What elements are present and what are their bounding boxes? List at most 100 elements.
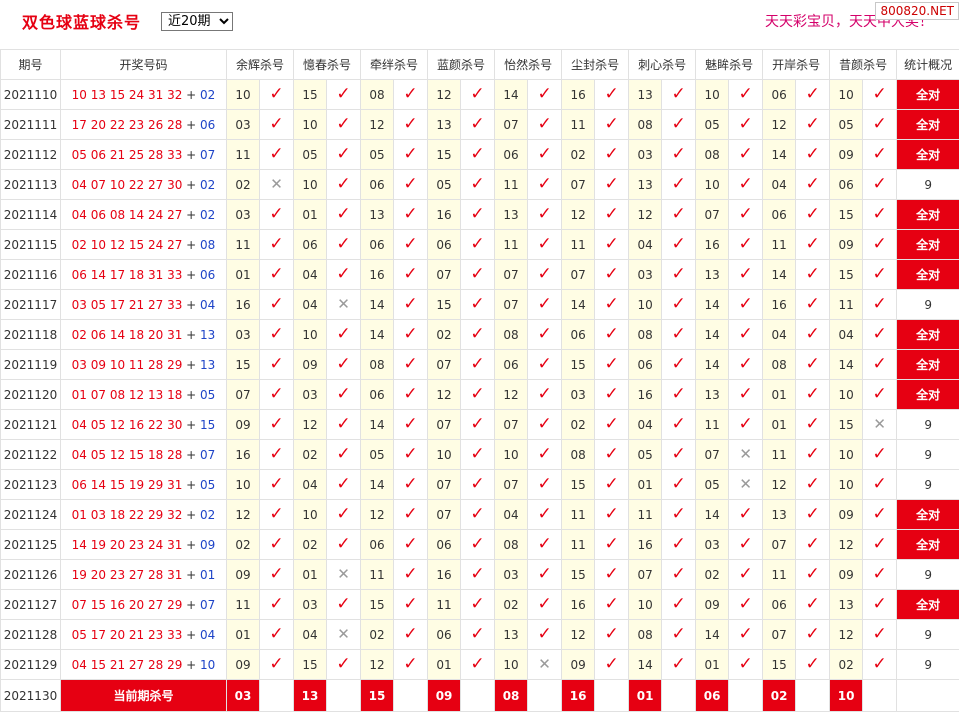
kill-number-cell: 15	[428, 140, 461, 170]
result-mark-cell: ✓	[528, 560, 562, 590]
kill-number-cell: 12	[428, 380, 461, 410]
result-mark-cell: ✓	[327, 110, 361, 140]
cross-icon: ✕	[337, 565, 350, 583]
check-icon: ✓	[470, 414, 484, 434]
kill-number-cell: 01	[227, 620, 260, 650]
check-icon: ✓	[336, 474, 350, 494]
kill-number-cell: 14	[696, 500, 729, 530]
result-mark-cell: ✓	[394, 530, 428, 560]
kill-number-cell: 15	[830, 410, 863, 440]
check-icon: ✓	[671, 474, 685, 494]
kill-number-cell: 07	[763, 620, 796, 650]
period-range-select[interactable]: 近20期	[161, 12, 233, 31]
result-mark-cell: ✓	[461, 350, 495, 380]
result-mark-cell: ✓	[394, 260, 428, 290]
check-icon: ✓	[537, 474, 551, 494]
kill-number-cell: 15	[428, 290, 461, 320]
check-icon: ✓	[604, 84, 618, 104]
result-mark-cell: ✓	[863, 200, 897, 230]
result-mark-cell: ✓	[729, 500, 763, 530]
check-icon: ✓	[873, 624, 887, 644]
kill-number-cell: 06	[294, 230, 327, 260]
period-cell: 2021112	[1, 140, 61, 170]
result-mark-cell: ✓	[327, 80, 361, 110]
table-row: 202111703 05 17 21 27 33 + 0416✓04✕14✓15…	[1, 290, 959, 320]
draw-numbers-cell: 06 14 15 19 29 31 + 05	[61, 470, 227, 500]
column-header-expert: 牵绊杀号	[361, 50, 428, 80]
blue-ball: 06	[200, 268, 215, 282]
kill-number-cell: 10	[428, 440, 461, 470]
blue-ball: 07	[200, 148, 215, 162]
check-icon: ✓	[806, 384, 820, 404]
check-icon: ✓	[806, 174, 820, 194]
result-mark-cell: ✓	[327, 500, 361, 530]
plus-sign: +	[182, 388, 200, 402]
check-icon: ✓	[403, 294, 417, 314]
check-icon: ✓	[470, 654, 484, 674]
check-icon: ✓	[537, 264, 551, 284]
red-balls: 14 19 20 23 24 31	[72, 538, 183, 552]
kill-number-cell: 04	[629, 410, 662, 440]
red-balls: 01 07 08 12 13 18	[72, 388, 183, 402]
red-balls: 06 14 17 18 31 33	[72, 268, 183, 282]
kill-number-cell: 08	[763, 350, 796, 380]
stat-count-cell: 9	[897, 410, 959, 440]
red-balls: 17 20 22 23 26 28	[72, 118, 183, 132]
result-mark-cell: ✓	[461, 590, 495, 620]
result-mark-cell: ✓	[863, 620, 897, 650]
result-mark-cell: ✓	[394, 230, 428, 260]
check-icon: ✓	[806, 144, 820, 164]
check-icon: ✓	[738, 324, 752, 344]
column-header-expert: 蓝颜杀号	[428, 50, 495, 80]
check-icon: ✓	[336, 654, 350, 674]
check-icon: ✓	[873, 114, 887, 134]
kill-number-cell: 02	[830, 650, 863, 680]
check-icon: ✓	[470, 534, 484, 554]
result-mark-cell: ✓	[394, 560, 428, 590]
result-mark-cell: ✓	[394, 320, 428, 350]
current-period-row: 2021130当前期杀号03131509081601060210	[1, 680, 959, 712]
result-mark-cell: ✓	[394, 500, 428, 530]
result-mark-cell: ✕	[327, 290, 361, 320]
blue-ball: 05	[200, 388, 215, 402]
kill-number-cell: 12	[361, 650, 394, 680]
period-cell: 2021111	[1, 110, 61, 140]
kill-number-cell: 04	[830, 320, 863, 350]
result-mark-cell: ✓	[528, 260, 562, 290]
result-mark-cell: ✓	[528, 200, 562, 230]
column-header-period: 期号	[1, 50, 61, 80]
result-mark-cell: ✓	[863, 260, 897, 290]
result-mark-cell: ✓	[461, 320, 495, 350]
kill-number-cell: 03	[227, 320, 260, 350]
table-row: 202111010 13 15 24 31 32 + 0210✓15✓08✓12…	[1, 80, 959, 110]
kill-number-cell: 13	[830, 590, 863, 620]
result-mark-cell: ✓	[729, 530, 763, 560]
result-mark-cell: ✓	[394, 290, 428, 320]
result-mark-cell: ✓	[662, 140, 696, 170]
kill-number-cell: 11	[562, 230, 595, 260]
result-mark-cell: ✓	[595, 440, 629, 470]
result-mark-cell: ✓	[528, 290, 562, 320]
result-mark-cell: ✓	[260, 350, 294, 380]
kill-number-cell: 12	[361, 110, 394, 140]
result-mark-cell: ✓	[528, 110, 562, 140]
blue-ball: 02	[200, 178, 215, 192]
kill-number-cell: 14	[361, 290, 394, 320]
stat-all-correct-badge: 全对	[897, 320, 959, 350]
check-icon: ✓	[873, 84, 887, 104]
period-cell: 2021126	[1, 560, 61, 590]
check-icon: ✓	[403, 534, 417, 554]
current-kill-number: 03	[227, 680, 260, 712]
check-icon: ✓	[470, 624, 484, 644]
table-row: 202111205 06 21 25 28 33 + 0711✓05✓05✓15…	[1, 140, 959, 170]
kill-number-cell: 12	[495, 380, 528, 410]
blue-ball: 07	[200, 598, 215, 612]
draw-numbers-cell: 04 15 21 27 28 29 + 10	[61, 650, 227, 680]
page-title: 双色球蓝球杀号	[22, 9, 141, 33]
table-header-row: 期号 开奖号码 余辉杀号憶春杀号牵绊杀号蓝颜杀号怡然杀号尘封杀号刺心杀号魅眸杀号…	[1, 50, 959, 80]
kill-number-cell: 14	[361, 320, 394, 350]
kill-number-cell: 03	[495, 560, 528, 590]
check-icon: ✓	[403, 414, 417, 434]
result-mark-cell: ✓	[528, 140, 562, 170]
current-kill-number: 10	[830, 680, 863, 712]
